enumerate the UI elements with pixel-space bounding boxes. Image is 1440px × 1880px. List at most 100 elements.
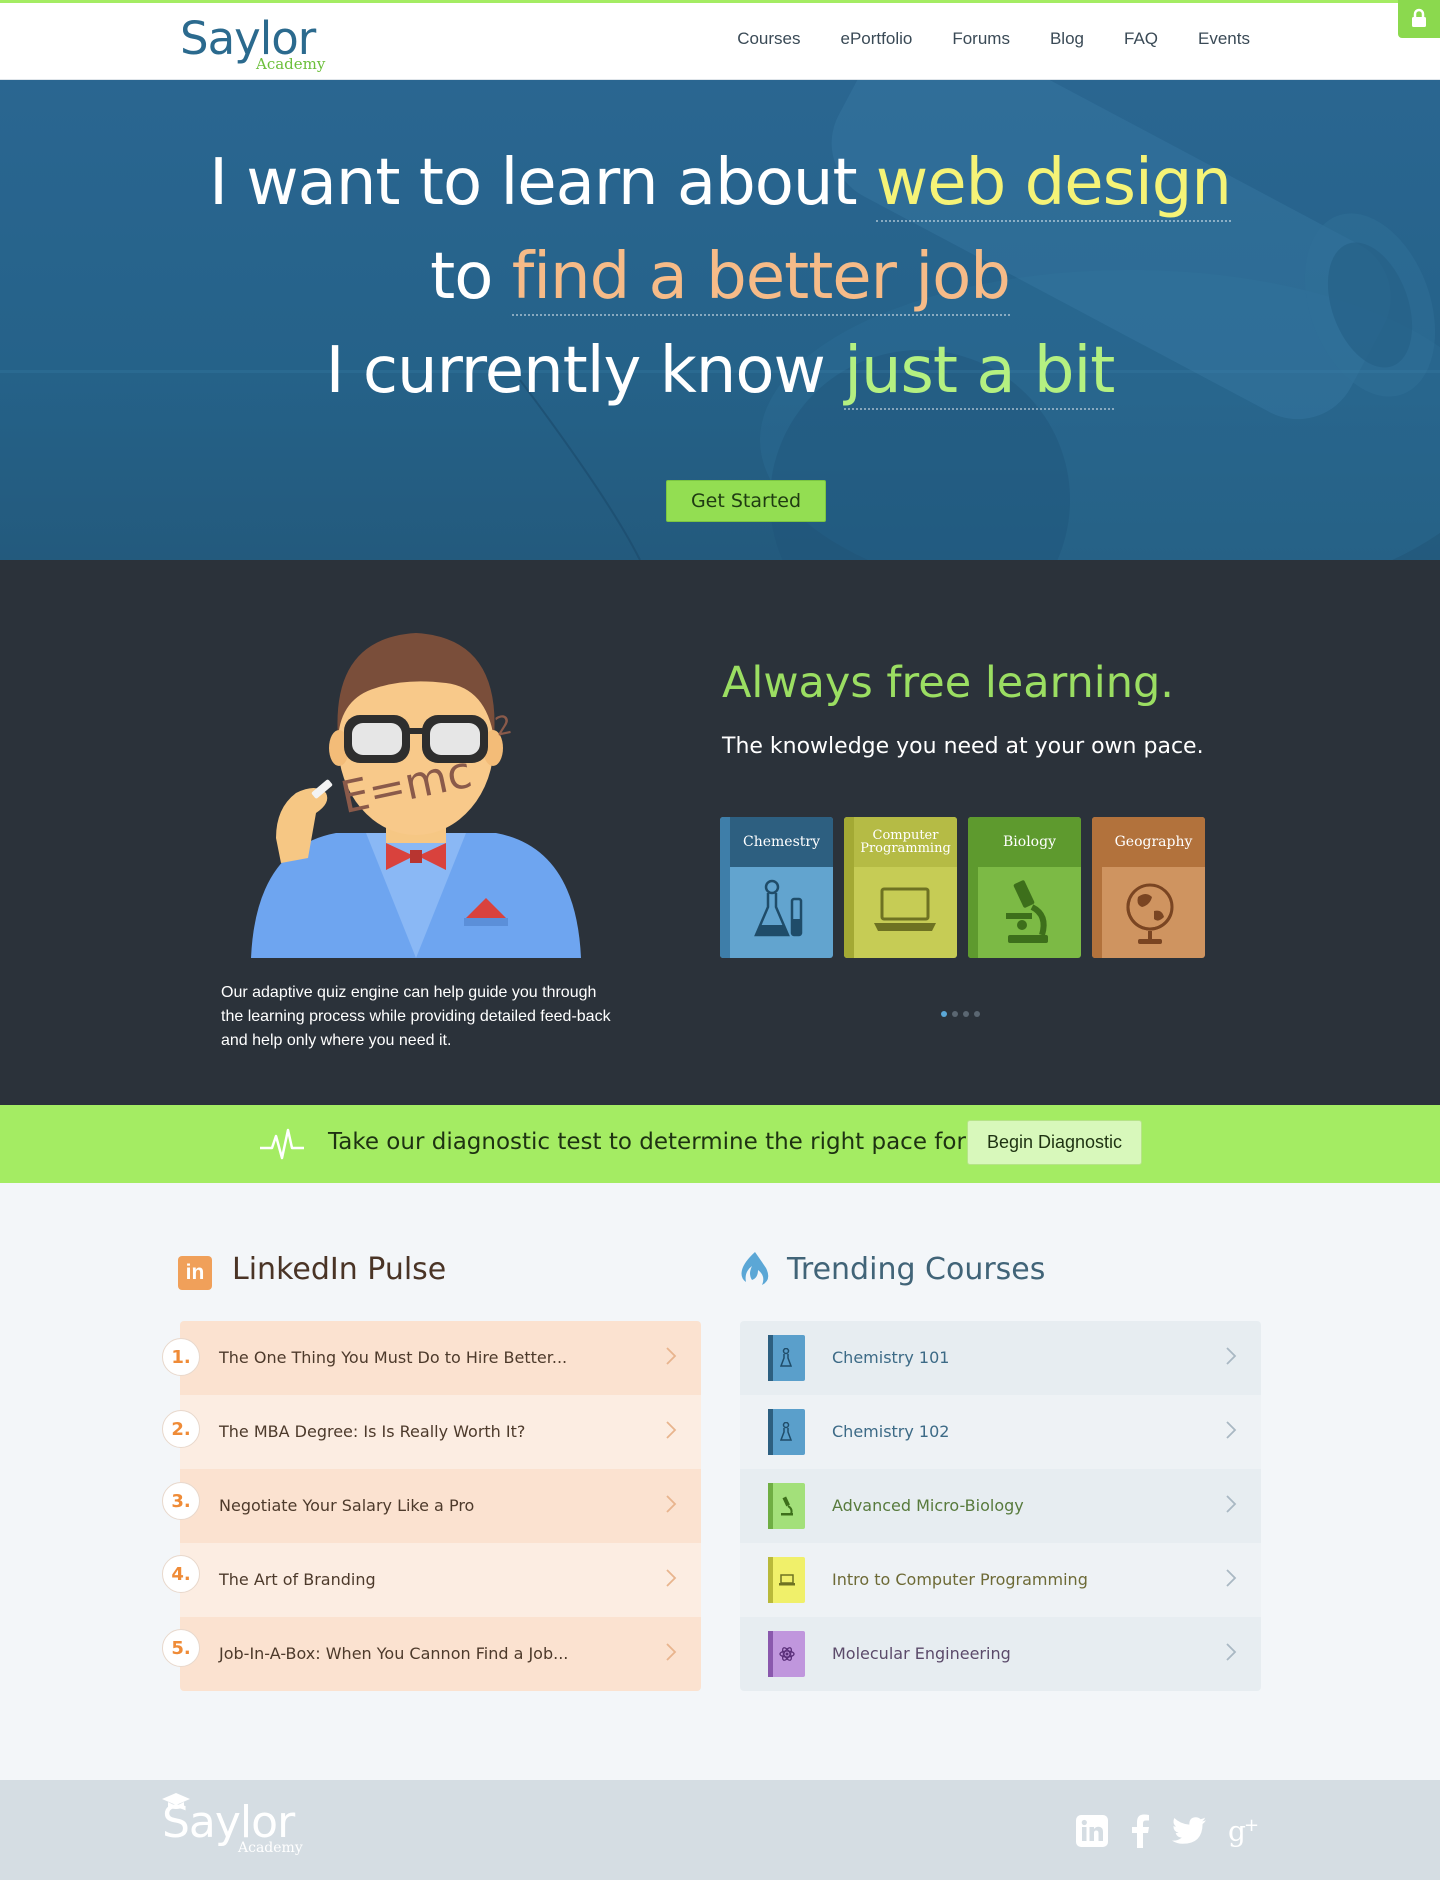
diagnostic-text: Take our diagnostic test to determine th…	[328, 1129, 1023, 1155]
list-item[interactable]: Negotiate Your Salary Like a Pro	[180, 1469, 701, 1543]
rank-badge: 5.	[162, 1629, 200, 1667]
hero-line-3-prefix: I currently know	[325, 334, 845, 408]
article-title: The One Thing You Must Do to Hire Better…	[219, 1348, 568, 1367]
chemistry-icon	[754, 879, 803, 937]
book-label: Chemestry	[730, 817, 833, 867]
nav-courses[interactable]: Courses	[737, 29, 800, 49]
chevron-right-icon	[1226, 1347, 1237, 1365]
login-tab[interactable]	[1398, 0, 1440, 38]
article-title: The MBA Degree: Is Is Really Worth It?	[219, 1422, 526, 1441]
quiz-engine-description: Our adaptive quiz engine can help guide …	[221, 984, 611, 1049]
book-label: Computer Programming	[854, 817, 957, 867]
footer-logo[interactable]: Saylor Academy	[162, 1793, 303, 1856]
free-learning-subtitle: The knowledge you need at your own pace.	[722, 734, 1204, 759]
course-book-icon	[768, 1631, 805, 1677]
course-book-icon	[768, 1557, 805, 1603]
article-title: Job-In-A-Box: When You Cannon Find a Job…	[219, 1644, 569, 1663]
begin-diagnostic-button[interactable]: Begin Diagnostic	[967, 1120, 1142, 1165]
list-item[interactable]: The MBA Degree: Is Is Really Worth It?	[180, 1395, 701, 1469]
chevron-right-icon	[1226, 1495, 1237, 1513]
logo-subtitle: Academy	[256, 55, 326, 73]
google-plus-icon[interactable]: g +	[1228, 1815, 1260, 1852]
trending-courses-list: Chemistry 101 Chemistry 102 Advanced Mic…	[740, 1321, 1261, 1691]
goal-selector[interactable]: find a better job	[511, 240, 1011, 316]
linkedin-pulse-list: The One Thing You Must Do to Hire Better…	[180, 1321, 701, 1691]
facebook-icon[interactable]	[1130, 1814, 1150, 1853]
footer: Saylor Academy g +	[0, 1780, 1440, 1880]
lock-icon	[1412, 8, 1426, 27]
carousel-dot[interactable]	[941, 1011, 947, 1017]
svg-text:+: +	[1244, 1815, 1259, 1836]
chevron-right-icon	[1226, 1643, 1237, 1661]
linkedin-icon[interactable]	[1076, 1815, 1108, 1852]
list-item[interactable]: Intro to Computer Programming	[740, 1543, 1261, 1617]
chevron-right-icon	[666, 1495, 677, 1513]
rank-badge: 3.	[162, 1482, 200, 1520]
carousel-dot[interactable]	[963, 1011, 969, 1017]
get-started-button[interactable]: Get Started	[666, 480, 826, 522]
carousel-pagination	[941, 1011, 980, 1017]
hero-line-2-prefix: to	[430, 240, 512, 314]
nav-blog[interactable]: Blog	[1050, 29, 1084, 49]
course-title: Intro to Computer Programming	[832, 1570, 1088, 1589]
heartbeat-icon	[260, 1128, 304, 1160]
topic-selector[interactable]: web design	[875, 146, 1232, 222]
course-book-icon	[768, 1409, 805, 1455]
subject-book-chemistry[interactable]: Chemestry	[720, 817, 833, 958]
microscope-icon	[1006, 880, 1048, 943]
hero-section: I want to learn about web design to find…	[0, 80, 1440, 560]
nav-events[interactable]: Events	[1198, 29, 1250, 49]
course-title: Advanced Micro-Biology	[832, 1496, 1024, 1515]
subject-book-computer-programming[interactable]: Computer Programming	[844, 817, 957, 958]
chevron-right-icon	[1226, 1421, 1237, 1439]
chevron-right-icon	[1226, 1569, 1237, 1587]
list-item[interactable]: Advanced Micro-Biology	[740, 1469, 1261, 1543]
chevron-right-icon	[666, 1347, 677, 1365]
top-bar: Saylor Academy Courses ePortfolio Forums…	[0, 0, 1440, 80]
subject-book-geography[interactable]: Geography	[1092, 817, 1205, 958]
rank-badge: 4.	[162, 1555, 200, 1593]
subject-book-biology[interactable]: Biology	[968, 817, 1081, 958]
globe-icon	[1126, 883, 1174, 944]
hero-line-1-prefix: I want to learn about	[209, 146, 876, 220]
free-learning-section: E=mc 2 Our adaptive quiz engine can help…	[0, 560, 1440, 1105]
list-item[interactable]: Chemistry 101	[740, 1321, 1261, 1395]
linkedin-pulse-title: LinkedIn Pulse	[232, 1252, 447, 1287]
list-item[interactable]: The Art of Branding	[180, 1543, 701, 1617]
chevron-right-icon	[666, 1643, 677, 1661]
course-title: Molecular Engineering	[832, 1644, 1011, 1663]
course-title: Chemistry 101	[832, 1348, 950, 1367]
list-item[interactable]: The One Thing You Must Do to Hire Better…	[180, 1321, 701, 1395]
nav-forums[interactable]: Forums	[952, 29, 1010, 49]
hero-line-3: I currently know just a bit	[0, 324, 1440, 418]
article-title: The Art of Branding	[219, 1570, 376, 1589]
free-learning-title: Always free learning.	[722, 658, 1174, 708]
rank-badge: 2.	[162, 1410, 200, 1448]
nav-faq[interactable]: FAQ	[1124, 29, 1158, 49]
article-title: Negotiate Your Salary Like a Pro	[219, 1496, 475, 1515]
trending-courses-title: Trending Courses	[787, 1252, 1046, 1287]
nav-eportfolio[interactable]: ePortfolio	[841, 29, 913, 49]
saylor-logo[interactable]: Saylor Academy	[180, 13, 325, 74]
list-item[interactable]: Chemistry 102	[740, 1395, 1261, 1469]
subject-carousel: Chemestry Computer Programming Biology G…	[720, 817, 1216, 958]
student-illustration: E=mc 2	[251, 633, 581, 958]
skill-level-selector[interactable]: just a bit	[844, 334, 1115, 410]
rank-badge: 1.	[162, 1338, 200, 1376]
book-label: Biology	[978, 817, 1081, 867]
course-title: Chemistry 102	[832, 1422, 950, 1441]
chevron-right-icon	[666, 1569, 677, 1587]
list-item[interactable]: Molecular Engineering	[740, 1617, 1261, 1691]
footer-logo-subtitle: Academy	[238, 1840, 303, 1856]
hero-sentence: I want to learn about web design to find…	[0, 136, 1440, 418]
chevron-right-icon	[666, 1421, 677, 1439]
laptop-icon	[874, 887, 936, 931]
carousel-dot[interactable]	[974, 1011, 980, 1017]
carousel-dot[interactable]	[952, 1011, 958, 1017]
hero-line-2: to find a better job	[0, 230, 1440, 324]
twitter-icon[interactable]	[1172, 1817, 1206, 1850]
course-book-icon	[768, 1483, 805, 1529]
list-item[interactable]: Job-In-A-Box: When You Cannon Find a Job…	[180, 1617, 701, 1691]
diagnostic-banner: Take our diagnostic test to determine th…	[0, 1105, 1440, 1183]
social-links: g +	[1054, 1814, 1260, 1853]
